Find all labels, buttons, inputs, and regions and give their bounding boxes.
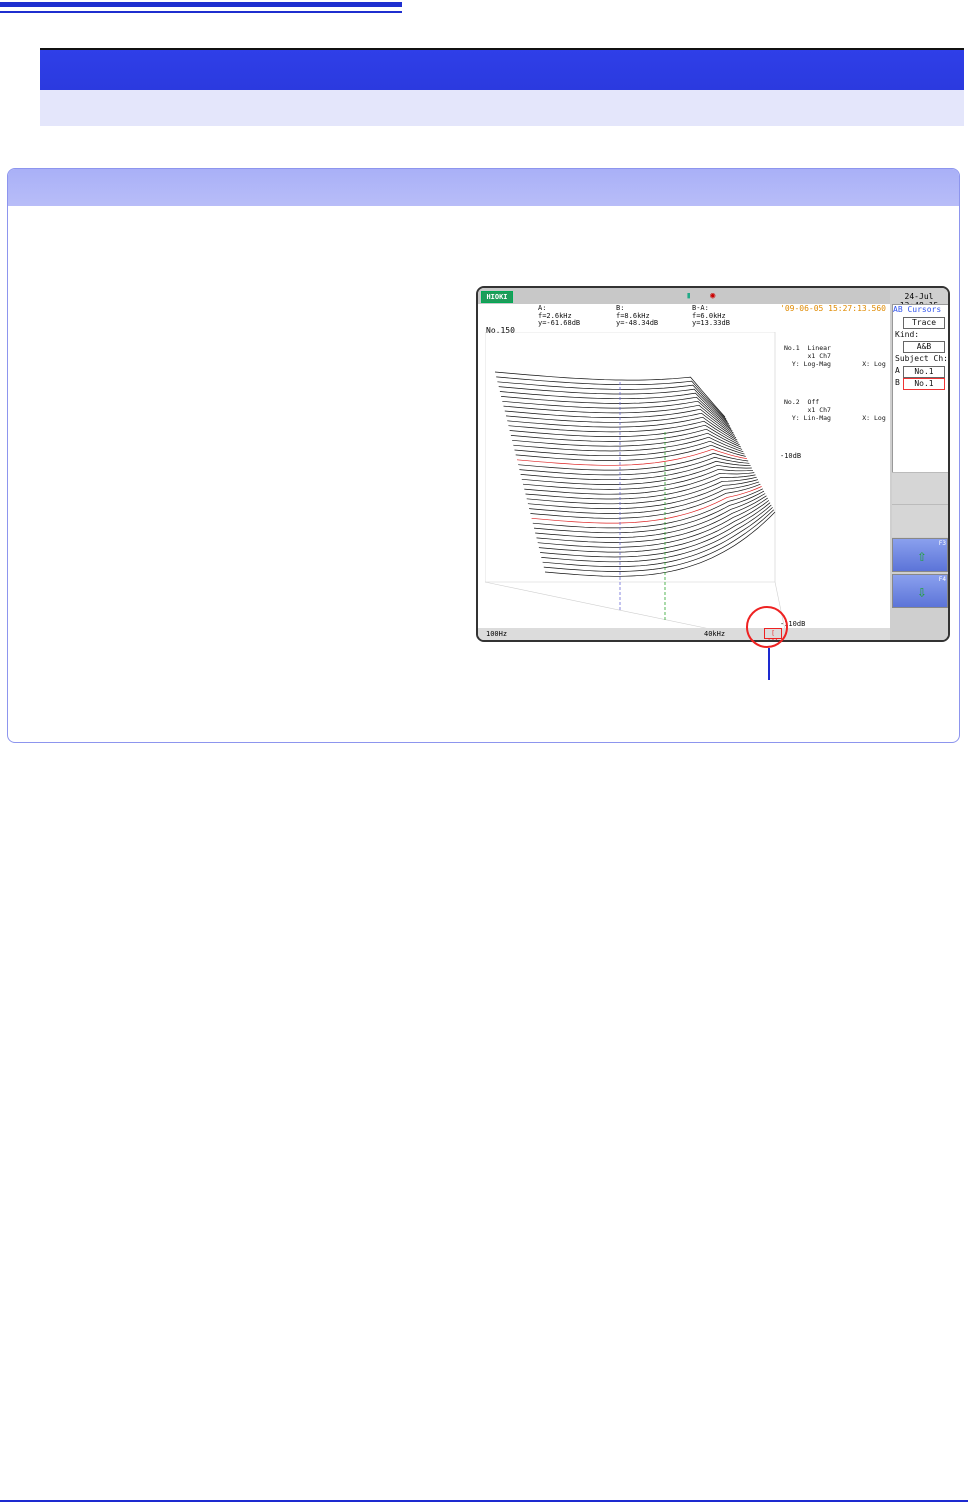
waterfall-plot (485, 332, 785, 630)
waterfall-trace (531, 486, 762, 524)
down-arrow-icon: ⇩ (917, 582, 927, 601)
screen-top-bar (478, 288, 890, 304)
panel-title: AB Cursors (893, 305, 948, 315)
waterfall-trace (494, 371, 726, 418)
trace-option[interactable]: Trace (903, 317, 945, 329)
b-label: B (895, 378, 900, 387)
cursor-settings-panel: AB Cursors Trace Kind: A&B Subject Ch: A… (892, 304, 948, 474)
side-slot-1 (892, 472, 948, 505)
cursor-diff-readout: B-A: f=6.0kHz y=13.33dB (692, 304, 730, 327)
waterfall-trace (518, 452, 749, 471)
waterfall-trace (541, 504, 772, 563)
a-channel-select[interactable]: No.1 (903, 366, 945, 378)
up-arrow-icon: ⇧ (917, 546, 927, 565)
top-rule-thin (0, 11, 402, 13)
f4-key-label: F4 (938, 576, 946, 583)
kind-label: Kind: (895, 330, 920, 339)
side-slot-2 (892, 504, 948, 537)
media-icon: ◉ (710, 291, 716, 301)
section-title-bar (40, 48, 964, 90)
ch1-legend: No.1 Linear x1 Ch7 Y: Log-Mag X: Log (784, 344, 886, 368)
plot-frame (485, 332, 785, 630)
waterfall-traces (494, 371, 776, 577)
a-label: A (895, 366, 900, 375)
cursor-b-readout: B: f=8.6kHz y=-48.34dB (616, 304, 659, 327)
x-end-label: 40kHz (704, 630, 726, 638)
kind-select[interactable]: A&B (903, 341, 945, 353)
ch2-legend: No.2 Off x1 Ch7 Y: Lin-Mag X: Log (784, 398, 886, 422)
move-down-button[interactable]: F4 ⇩ (892, 574, 948, 608)
screen-bottom-bar: 100Hz 40kHz (478, 628, 890, 640)
waterfall-trace (497, 381, 728, 422)
callout-pointer-line (768, 648, 770, 680)
waterfall-trace (505, 412, 737, 439)
subject-label: Subject Ch: (895, 354, 948, 363)
callout-circle (746, 606, 788, 648)
section-subtitle-bar (40, 90, 964, 126)
memory-icon: ▮ (686, 291, 692, 301)
footer-rule (0, 1500, 968, 1502)
waterfall-trace (532, 488, 763, 529)
top-rule-thick (0, 2, 402, 7)
move-up-button[interactable]: F3 ⇧ (892, 538, 948, 572)
instrument-screen: HIOKI ▮ ◉ 24-Jul 13:48:15 A: f=2.6kHz y=… (476, 286, 950, 642)
f3-key-label: F3 (938, 540, 946, 547)
waterfall-trace (542, 507, 773, 567)
waterfall-trace (513, 436, 744, 453)
waterfall-trace (522, 468, 754, 490)
x-start-label: 100Hz (486, 630, 508, 638)
b-channel-select[interactable]: No.1 (903, 378, 945, 390)
scale-top-label: -10dB (780, 452, 802, 460)
waterfall-trace (509, 424, 740, 446)
brand-logo: HIOKI (481, 291, 513, 303)
cursor-a-readout: A: f=2.6kHz y=-61.68dB (538, 304, 581, 327)
trigger-timestamp: '09-06-05 15:27:13.560 (780, 304, 886, 313)
waterfall-trace (508, 420, 739, 443)
panel-header (8, 169, 959, 206)
